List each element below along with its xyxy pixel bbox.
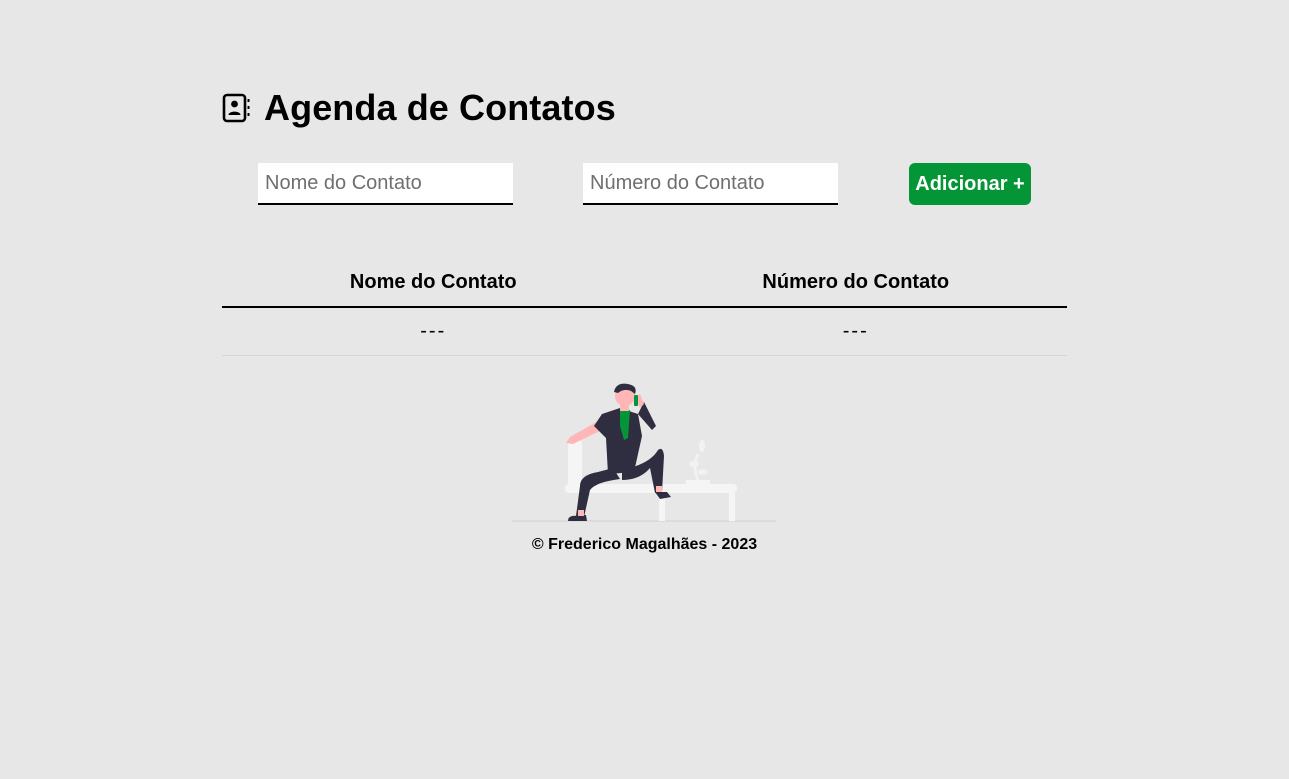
- contact-number-input[interactable]: [583, 163, 838, 205]
- contacts-table: Nome do Contato Número do Contato --- --…: [222, 258, 1067, 356]
- footer-copyright: © Frederico Magalhães - 2023: [531, 536, 758, 553]
- page-header: Agenda de Contatos: [222, 86, 616, 130]
- column-header-number: Número do Contato: [644, 258, 1067, 308]
- add-contact-form: Adicionar +: [222, 163, 1067, 205]
- table-header-row: Nome do Contato Número do Contato: [222, 258, 1067, 308]
- page-title: Agenda de Contatos: [264, 87, 616, 128]
- cell-contact-number: ---: [644, 307, 1067, 356]
- contact-name-input[interactable]: [258, 163, 513, 205]
- add-contact-button[interactable]: Adicionar +: [909, 163, 1031, 205]
- column-header-name: Nome do Contato: [222, 258, 645, 308]
- cell-contact-name: ---: [222, 307, 645, 356]
- table-row: --- ---: [222, 307, 1067, 356]
- page: Agenda de Contatos Adicionar + Nome do C…: [0, 0, 1289, 779]
- contact-book-icon: [222, 93, 252, 123]
- person-on-phone-illustration: [510, 380, 778, 525]
